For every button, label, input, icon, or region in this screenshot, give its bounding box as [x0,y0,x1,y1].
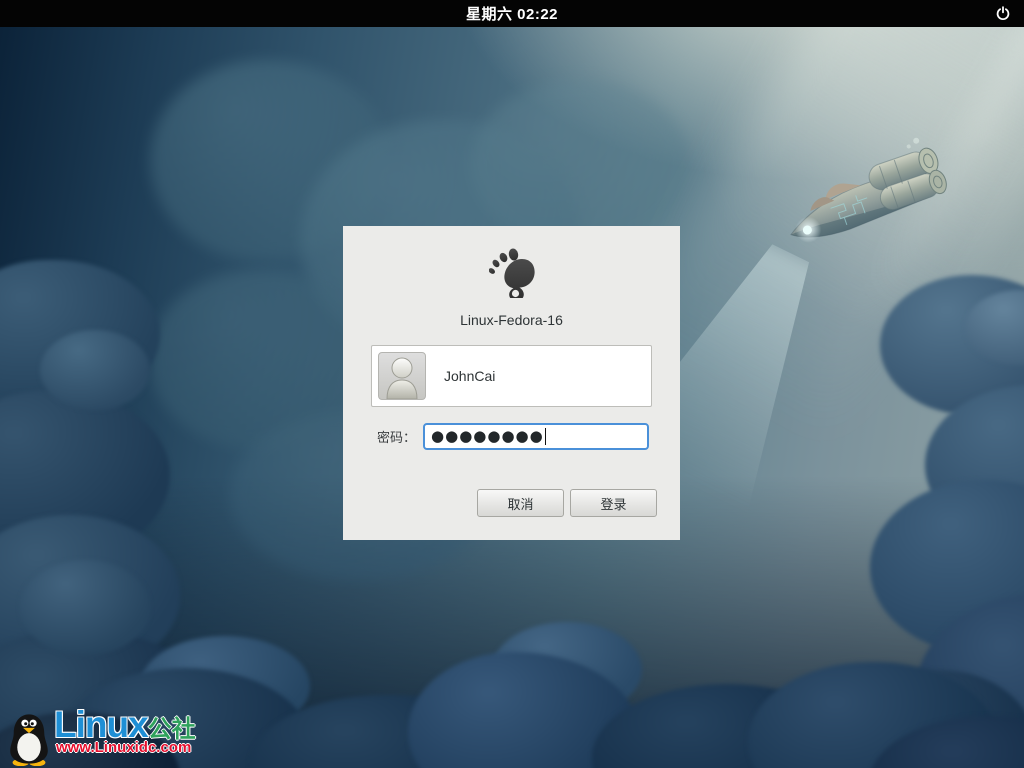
user-avatar-icon [378,352,426,400]
background-rock [925,385,1024,545]
user-row[interactable]: JohnCai [371,345,652,407]
background-rock [250,695,520,768]
background-rock [748,662,998,768]
user-name-label: JohnCai [444,368,496,384]
power-button[interactable] [994,5,1012,23]
linuxidc-watermark: Linux公社 www.Linuxidc.com [4,704,234,768]
password-label: 密码： [377,429,417,445]
password-row: 密码： ●●●●●●●● [377,422,649,450]
background-rock [870,480,1024,655]
gnome-foot-icon [488,248,535,298]
login-dialog: Linux-Fedora-16 JohnCai 密码： ●●●●●●●● 取消 … [343,226,680,540]
background-rock-wall [470,80,690,250]
dialog-button-row: 取消 登录 [477,489,657,517]
password-masked-value: ●●●●●●●● [431,426,544,445]
power-icon [996,6,1010,20]
top-bar: 星期六 02:22 [0,0,1024,27]
password-input[interactable]: ●●●●●●●● [423,422,649,450]
background-rock [0,390,170,560]
background-rock [965,290,1024,365]
background-rock [0,260,160,410]
background-rock [40,330,150,410]
background-rock [868,716,1024,768]
clock-label: 星期六 02:22 [465,6,559,23]
background-rock [845,670,1024,768]
background-rock [592,684,862,768]
light-beam-thin [786,0,1024,477]
tux-penguin-icon [10,714,48,766]
background-rock-wall [150,270,370,450]
login-button[interactable]: 登录 [570,489,657,517]
background-rock [915,595,1024,768]
background-rock [880,275,1024,415]
background-rock [492,622,642,717]
hostname-label: Linux-Fedora-16 [460,312,563,328]
cancel-button[interactable]: 取消 [477,489,564,517]
background-rock [408,652,638,768]
submarine-illustration [790,137,947,243]
background-rock [0,515,180,675]
background-rock [20,560,150,655]
text-cursor [544,427,546,445]
brand-url: www.Linuxidc.com [56,739,192,756]
